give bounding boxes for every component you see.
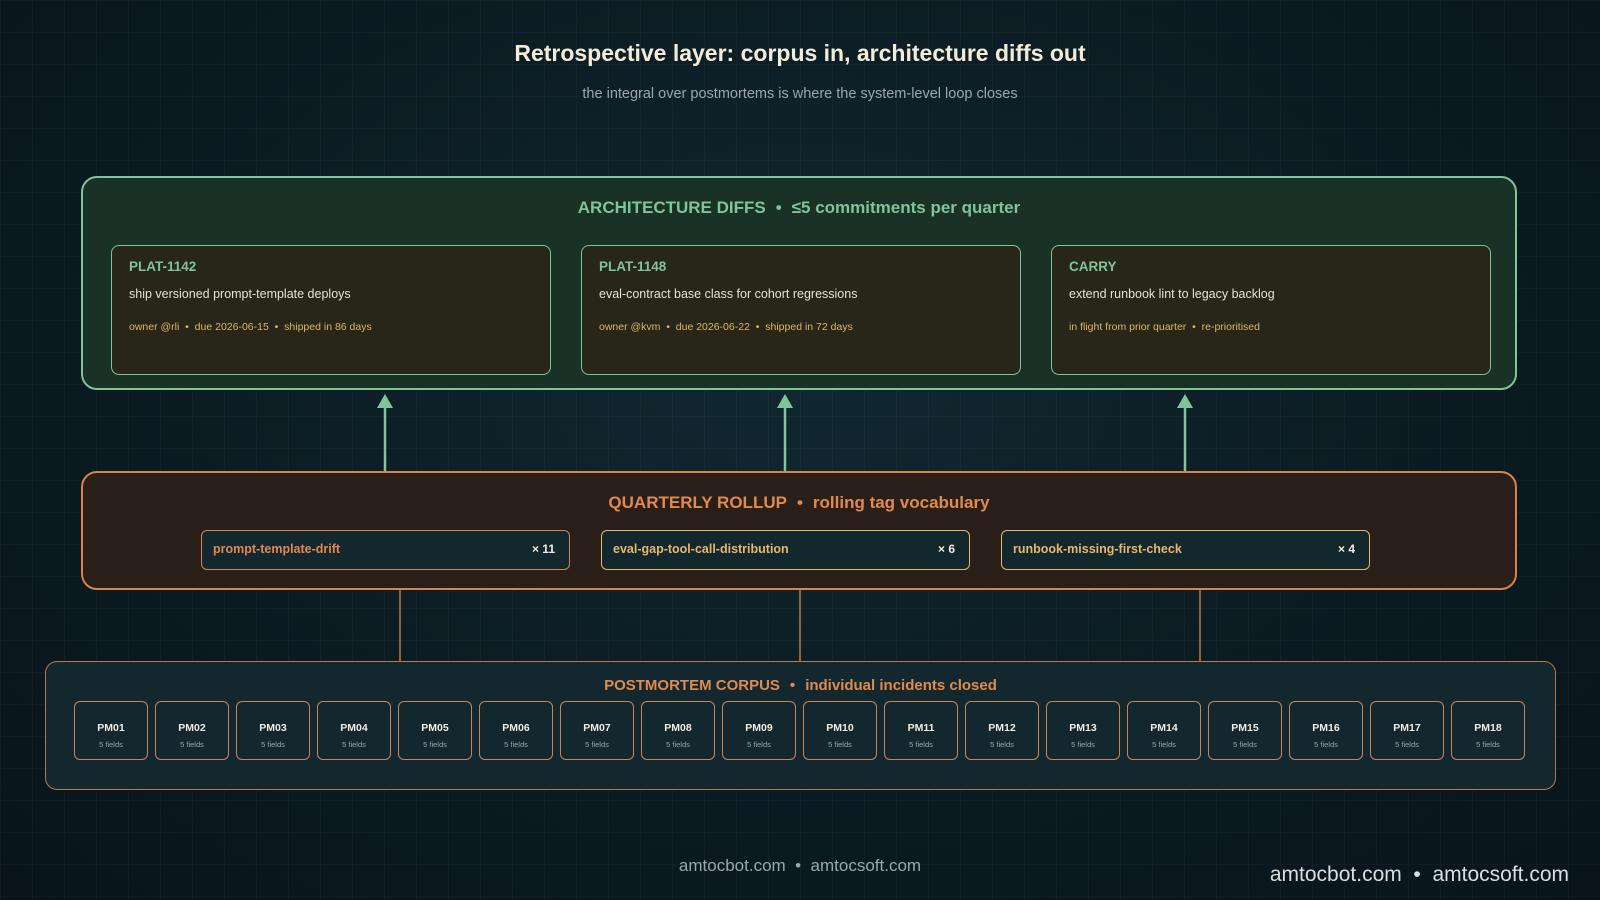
- rollup-subheading: rolling tag vocabulary: [812, 493, 990, 512]
- postmortem-item: PM10 5 fields: [803, 701, 877, 760]
- corpus-heading: POSTMORTEM CORPUS: [604, 677, 780, 694]
- postmortem-item: PM13 5 fields: [1046, 701, 1120, 760]
- footer-watermark: amtocbot.com • amtocsoft.com: [1269, 863, 1569, 886]
- pm-sub: 5 fields: [666, 740, 690, 749]
- arrowhead-2: [777, 394, 793, 408]
- pm-sub: 5 fields: [1476, 740, 1500, 749]
- architecture-heading: ARCHITECTURE DIFFS: [577, 198, 766, 217]
- pm-label: PM17: [1393, 722, 1421, 734]
- pm-label: PM09: [745, 722, 773, 734]
- card-id: CARRY: [1069, 259, 1117, 274]
- postmortem-item: PM07 5 fields: [560, 701, 634, 760]
- pm-sub: 5 fields: [342, 740, 366, 749]
- pm-sub: 5 fields: [1314, 740, 1338, 749]
- pm-sub: 5 fields: [504, 740, 528, 749]
- pm-label: PM14: [1150, 722, 1178, 734]
- tag-name: prompt-template-drift: [213, 542, 341, 556]
- pm-sub: 5 fields: [747, 740, 771, 749]
- pm-label: PM06: [502, 722, 530, 734]
- pm-sub: 5 fields: [1395, 740, 1419, 749]
- card-id: PLAT-1142: [129, 259, 197, 274]
- postmortem-item: PM16 5 fields: [1289, 701, 1363, 760]
- pm-sub: 5 fields: [261, 740, 285, 749]
- pm-label: PM04: [340, 722, 368, 734]
- postmortem-corpus-header: POSTMORTEM CORPUS • individual incidents c…: [45, 677, 1556, 694]
- quarterly-rollup-header: QUARTERLY ROLLUP • rolling tag vocabulary: [81, 493, 1517, 513]
- postmortem-item: PM01 5 fields: [74, 701, 148, 760]
- pm-sub: 5 fields: [423, 740, 447, 749]
- pm-sub: 5 fields: [828, 740, 852, 749]
- pm-sub: 5 fields: [180, 740, 204, 749]
- separator-dot: •: [789, 677, 796, 694]
- pm-label: PM10: [826, 722, 854, 734]
- pm-label: PM08: [664, 722, 692, 734]
- tag-name: runbook-missing-first-check: [1013, 542, 1182, 556]
- pm-label: PM12: [988, 722, 1016, 734]
- postmortem-item: PM15 5 fields: [1208, 701, 1282, 760]
- corpus-subheading: individual incidents closed: [805, 677, 997, 694]
- postmortem-item: PM14 5 fields: [1127, 701, 1201, 760]
- pm-sub: 5 fields: [990, 740, 1014, 749]
- architecture-diffs-header: ARCHITECTURE DIFFS • ≤5 commitments per qu…: [81, 198, 1517, 218]
- architecture-card: PLAT-1142 ship versioned prompt-template…: [111, 245, 551, 375]
- tag-box: eval-gap-tool-call-distribution × 6: [601, 530, 970, 570]
- card-description: extend runbook lint to legacy backlog: [1069, 287, 1275, 301]
- pm-label: PM05: [421, 722, 449, 734]
- card-description: ship versioned prompt-template deploys: [129, 287, 351, 301]
- pm-label: PM16: [1312, 722, 1340, 734]
- tag-count: × 11: [531, 542, 555, 556]
- postmortem-item: PM09 5 fields: [722, 701, 796, 760]
- pm-sub: 5 fields: [585, 740, 609, 749]
- tag-count: × 4: [1337, 542, 1355, 556]
- pm-label: PM07: [583, 722, 611, 734]
- pm-label: PM15: [1231, 722, 1259, 734]
- postmortem-item: PM18 5 fields: [1451, 701, 1525, 760]
- card-meta: in flight from prior quarter • re-priori…: [1069, 321, 1260, 333]
- pm-sub: 5 fields: [909, 740, 933, 749]
- card-meta: owner @rli • due 2026-06-15 • shipped in…: [129, 321, 372, 333]
- postmortem-item: PM04 5 fields: [317, 701, 391, 760]
- arrowhead-1: [377, 394, 393, 408]
- pm-sub: 5 fields: [99, 740, 123, 749]
- tag-count: × 6: [937, 542, 955, 556]
- arrowhead-3: [1177, 394, 1193, 408]
- tag-name: eval-gap-tool-call-distribution: [613, 542, 789, 556]
- postmortem-item: PM05 5 fields: [398, 701, 472, 760]
- separator-dot: •: [775, 198, 782, 217]
- pm-label: PM11: [907, 722, 935, 734]
- tag-box: prompt-template-drift × 11: [201, 530, 570, 570]
- pm-label: PM03: [259, 722, 287, 734]
- architecture-card: CARRY extend runbook lint to legacy back…: [1051, 245, 1491, 375]
- pm-sub: 5 fields: [1152, 740, 1176, 749]
- pm-label: PM02: [178, 722, 206, 734]
- separator-dot: •: [796, 493, 803, 512]
- pm-label: PM13: [1069, 722, 1097, 734]
- architecture-subheading: ≤5 commitments per quarter: [791, 198, 1021, 217]
- pm-label: PM01: [97, 722, 125, 734]
- postmortem-item: PM11 5 fields: [884, 701, 958, 760]
- postmortem-item: PM03 5 fields: [236, 701, 310, 760]
- rollup-heading: QUARTERLY ROLLUP: [608, 493, 787, 512]
- postmortem-item: PM12 5 fields: [965, 701, 1039, 760]
- card-id: PLAT-1148: [599, 259, 667, 274]
- postmortem-item: PM17 5 fields: [1370, 701, 1444, 760]
- pm-sub: 5 fields: [1233, 740, 1257, 749]
- card-meta: owner @kvm • due 2026-06-22 • shipped in…: [599, 321, 853, 333]
- postmortem-item: PM08 5 fields: [641, 701, 715, 760]
- postmortem-item: PM06 5 fields: [479, 701, 553, 760]
- postmortem-item: PM02 5 fields: [155, 701, 229, 760]
- tag-box: runbook-missing-first-check × 4: [1001, 530, 1370, 570]
- card-description: eval-contract base class for cohort regr…: [599, 287, 858, 301]
- pm-label: PM18: [1474, 722, 1502, 734]
- pm-sub: 5 fields: [1071, 740, 1095, 749]
- architecture-card: PLAT-1148 eval-contract base class for c…: [581, 245, 1021, 375]
